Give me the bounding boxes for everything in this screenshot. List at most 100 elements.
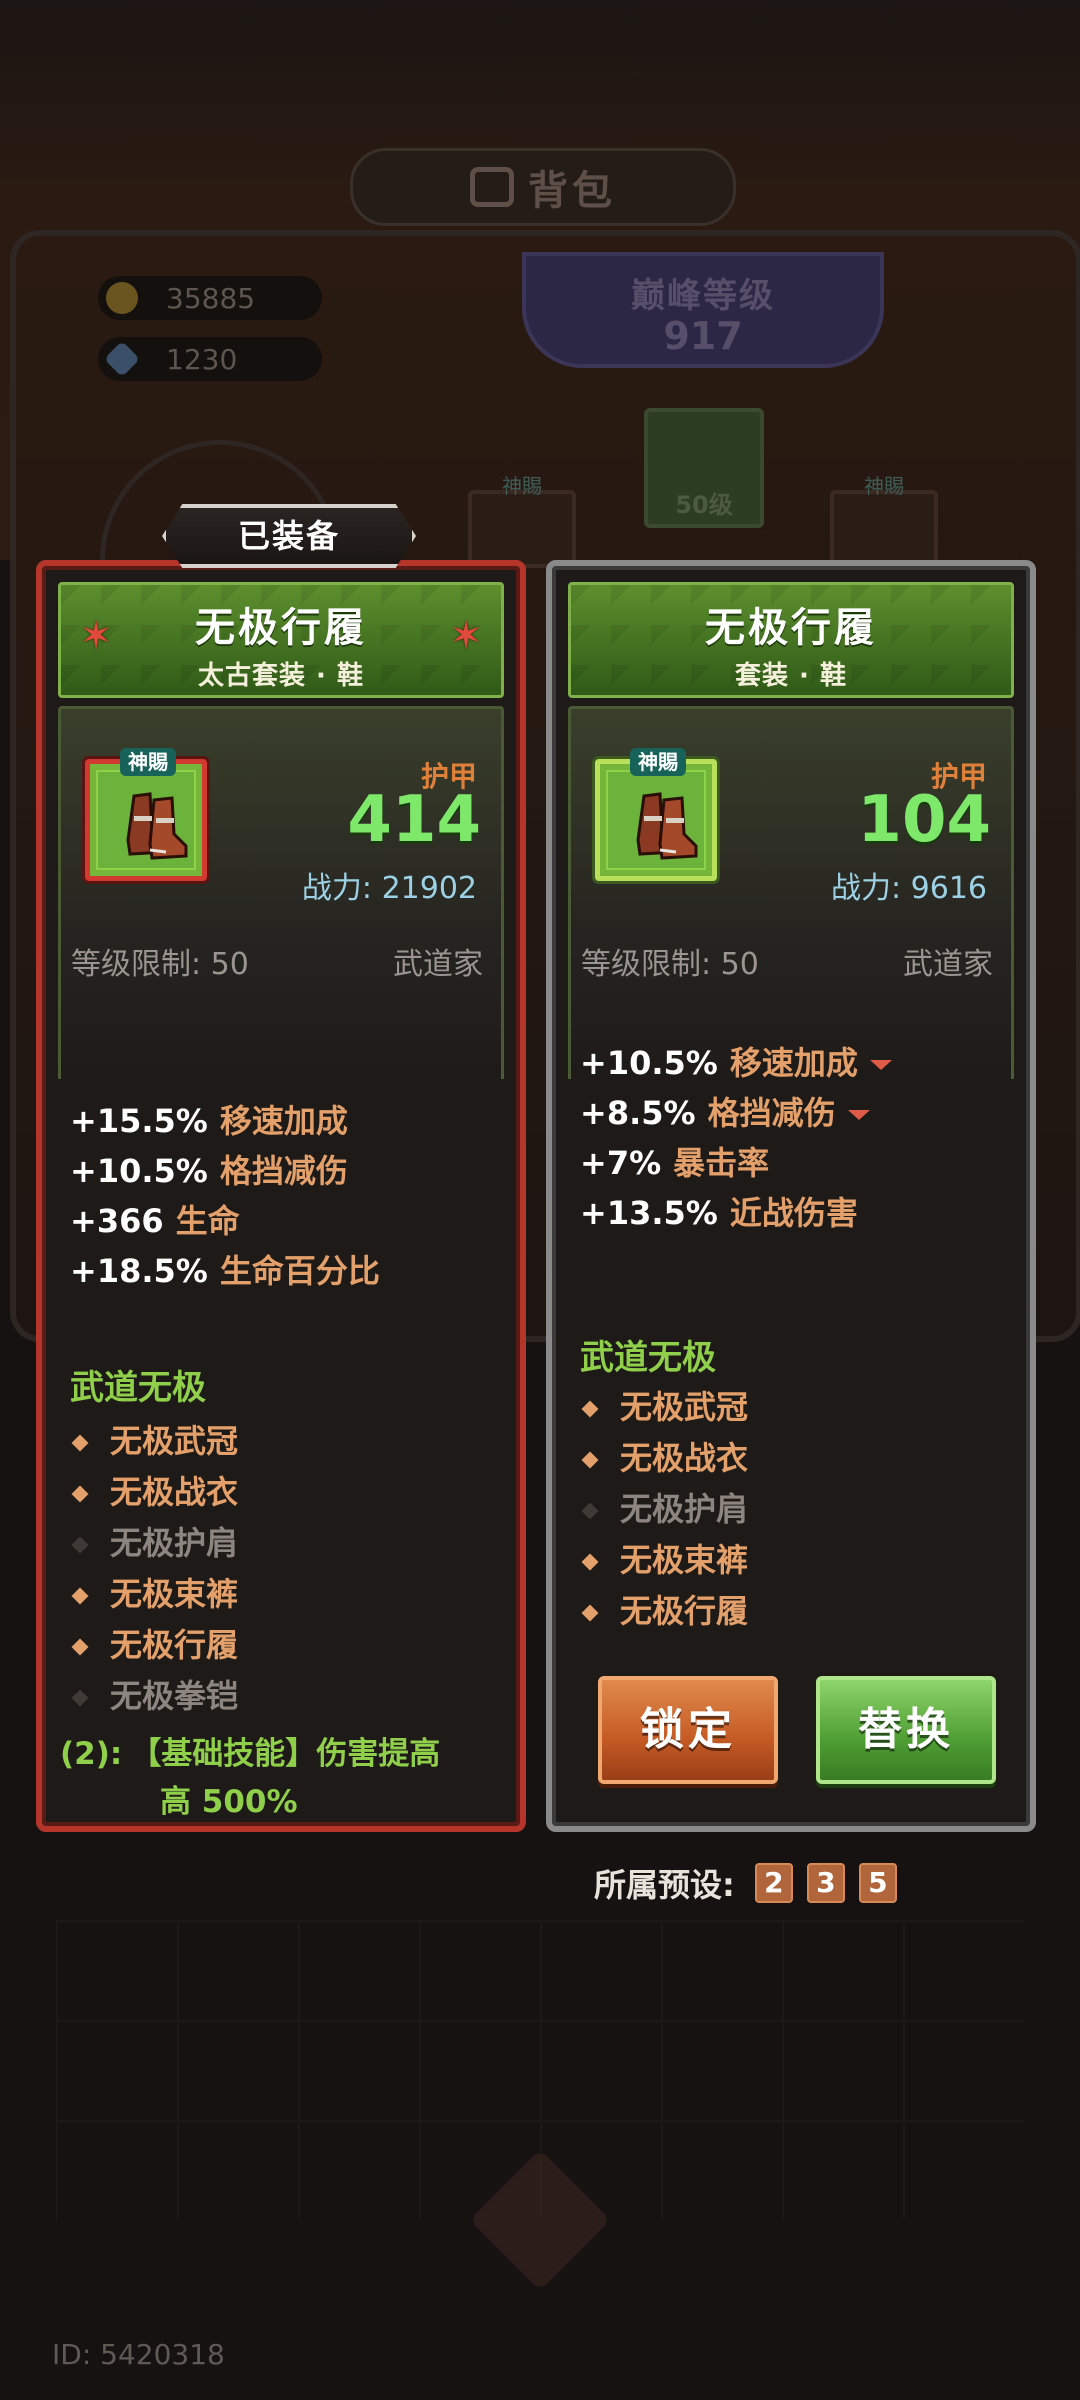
set-item-name: 无极护肩 <box>620 1490 749 1528</box>
attribute-value: +15.5% <box>70 1102 208 1140</box>
diamond-icon <box>581 1451 599 1469</box>
decrease-arrow-icon <box>847 1110 870 1120</box>
set-item: 无极行履 <box>581 1586 749 1637</box>
set-item-name: 无极行履 <box>620 1592 749 1630</box>
preset-chip[interactable]: 5 <box>858 1863 897 1903</box>
item-header: ✶ ✶ 无极行履 太古套装 · 鞋 <box>58 582 504 698</box>
preset-chip[interactable]: 2 <box>754 1863 793 1903</box>
slot-tag-right: 神賜 <box>864 474 904 498</box>
set-item-name: 无极战衣 <box>110 1473 239 1511</box>
set-item: 无极拳铠 <box>71 1671 239 1722</box>
set-item-name: 无极束裤 <box>620 1541 749 1579</box>
bag-title: 背包 <box>350 148 736 226</box>
bag-title-text: 背包 <box>528 168 616 214</box>
combat-power: 战力: 21902 <box>301 871 477 906</box>
replace-button[interactable]: 替换 <box>816 1676 996 1784</box>
item-subtitle: 太古套装 · 鞋 <box>198 661 364 691</box>
boots-icon <box>636 792 698 860</box>
equipment-slot-left: 神賜 <box>468 474 576 568</box>
attribute-value: +10.5% <box>580 1044 718 1082</box>
attribute-list: +15.5% 移速加成 +10.5% 格挡减伤 +366 生命 +18.5% 生命百分比 <box>70 1096 380 1296</box>
attribute-row: +8.5% 格挡减伤 <box>580 1088 892 1138</box>
divine-badge: 神賜 <box>630 748 686 776</box>
set-title: 武道无极 <box>70 1368 206 1408</box>
item-header: 无极行履 套装 · 鞋 <box>568 582 1014 698</box>
main-stat-value: 414 <box>347 783 481 857</box>
set-item: 无极护肩 <box>581 1484 749 1535</box>
attribute-row: +10.5% 格挡减伤 <box>70 1146 380 1196</box>
set-item: 无极战衣 <box>581 1433 749 1484</box>
diamond-icon <box>581 1553 599 1571</box>
set-item-name: 无极行履 <box>110 1626 239 1664</box>
diamond-icon <box>71 1587 89 1605</box>
set-item: 无极战衣 <box>71 1467 239 1518</box>
item-icon-frame[interactable]: 神賜 <box>595 748 717 881</box>
divine-badge: 神賜 <box>120 748 176 776</box>
set-item: 无极行履 <box>71 1620 239 1671</box>
diamond-icon <box>581 1604 599 1622</box>
diamond-icon <box>581 1502 599 1520</box>
gem-counter: 1230 <box>98 337 322 381</box>
slot-level: 50级 <box>675 491 733 519</box>
set-bonus: (2): 【基础技能】伤害提高 高 500% <box>60 1730 500 1826</box>
set-item-name: 无极战衣 <box>620 1439 749 1477</box>
attribute-row: +7% 暴击率 <box>580 1138 892 1188</box>
attribute-name: 移速加成 <box>729 1044 858 1082</box>
set-item: 无极束裤 <box>581 1535 749 1586</box>
item-name: 无极行履 <box>195 605 367 651</box>
set-item-list: 无极武冠 无极战衣 无极护肩 无极束裤 无极行履 无极拳铠 <box>71 1416 239 1722</box>
set-item-name: 无极束裤 <box>110 1575 239 1613</box>
set-bonus-text: 【基础技能】伤害提高 <box>130 1736 441 1772</box>
diamond-icon <box>71 1638 89 1656</box>
class-requirement: 武道家 <box>903 947 993 982</box>
attribute-name: 格挡减伤 <box>707 1094 836 1132</box>
diamond-icon <box>71 1536 89 1554</box>
gold-counter: 35885 <box>98 276 322 320</box>
equipped-label: 已装备 <box>162 504 416 568</box>
set-bonus-count: (2): <box>60 1736 123 1772</box>
equipment-slot-center: 50级 <box>644 408 764 528</box>
set-item: 无极束裤 <box>71 1569 239 1620</box>
set-item-name: 无极武冠 <box>620 1388 749 1426</box>
gold-value: 35885 <box>166 281 256 315</box>
attribute-row: +13.5% 近战伤害 <box>580 1188 892 1238</box>
gem-icon <box>103 340 141 378</box>
attribute-name: 近战伤害 <box>729 1194 858 1232</box>
lock-button[interactable]: 锁定 <box>598 1676 778 1784</box>
set-bonus-text-2: 高 500% <box>160 1784 298 1820</box>
set-item-name: 无极护肩 <box>110 1524 239 1562</box>
preset-chip[interactable]: 3 <box>806 1863 845 1903</box>
equipment-slot-right: 神賜 <box>830 474 938 568</box>
diamond-icon <box>71 1434 89 1452</box>
boots-icon <box>126 792 188 860</box>
item-icon-frame[interactable]: 神賜 <box>85 748 207 881</box>
level-requirement: 等级限制: 50 <box>581 947 759 982</box>
preset-row: 所属预设: 2 3 5 <box>594 1860 897 1906</box>
attribute-value: +13.5% <box>580 1194 718 1232</box>
set-item: 无极武冠 <box>71 1416 238 1467</box>
requirement-row: 等级限制: 50 武道家 <box>581 939 993 983</box>
diamond-icon <box>71 1485 89 1503</box>
diamond-icon <box>71 1689 89 1707</box>
set-item-name: 无极拳铠 <box>110 1677 239 1715</box>
gem-value: 1230 <box>166 342 238 376</box>
attribute-name: 生命百分比 <box>219 1252 380 1290</box>
item-info: 神賜 护甲 414 战力: 21902 等级限制: 50 武道家 <box>58 706 504 1079</box>
attribute-name: 格挡减伤 <box>219 1152 348 1190</box>
peak-level-banner: 巅峰等级 917 <box>522 252 884 368</box>
set-item-list: 无极武冠 无极战衣 无极护肩 无极束裤 无极行履 <box>581 1382 749 1637</box>
class-requirement: 武道家 <box>393 947 483 982</box>
peak-level-value: 917 <box>663 314 743 358</box>
set-item: 无极护肩 <box>71 1518 239 1569</box>
compare-item-card: 无极行履 套装 · 鞋 神賜 护甲 104 战力: 9616 等级限制: 50 … <box>546 560 1036 1832</box>
attribute-row: +15.5% 移速加成 <box>70 1096 380 1146</box>
diamond-icon <box>581 1400 599 1418</box>
combat-power: 战力: 9616 <box>831 871 987 906</box>
attribute-value: +366 <box>70 1202 164 1240</box>
attribute-name: 生命 <box>175 1202 240 1240</box>
attribute-row: +10.5% 移速加成 <box>580 1038 892 1088</box>
item-subtitle: 套装 · 鞋 <box>735 661 847 691</box>
preset-label: 所属预设: <box>594 1866 735 1904</box>
attribute-list: +10.5% 移速加成 +8.5% 格挡减伤 +7% 暴击率 +13.5% 近战伤害 <box>580 1038 892 1238</box>
attribute-value: +18.5% <box>70 1252 208 1290</box>
